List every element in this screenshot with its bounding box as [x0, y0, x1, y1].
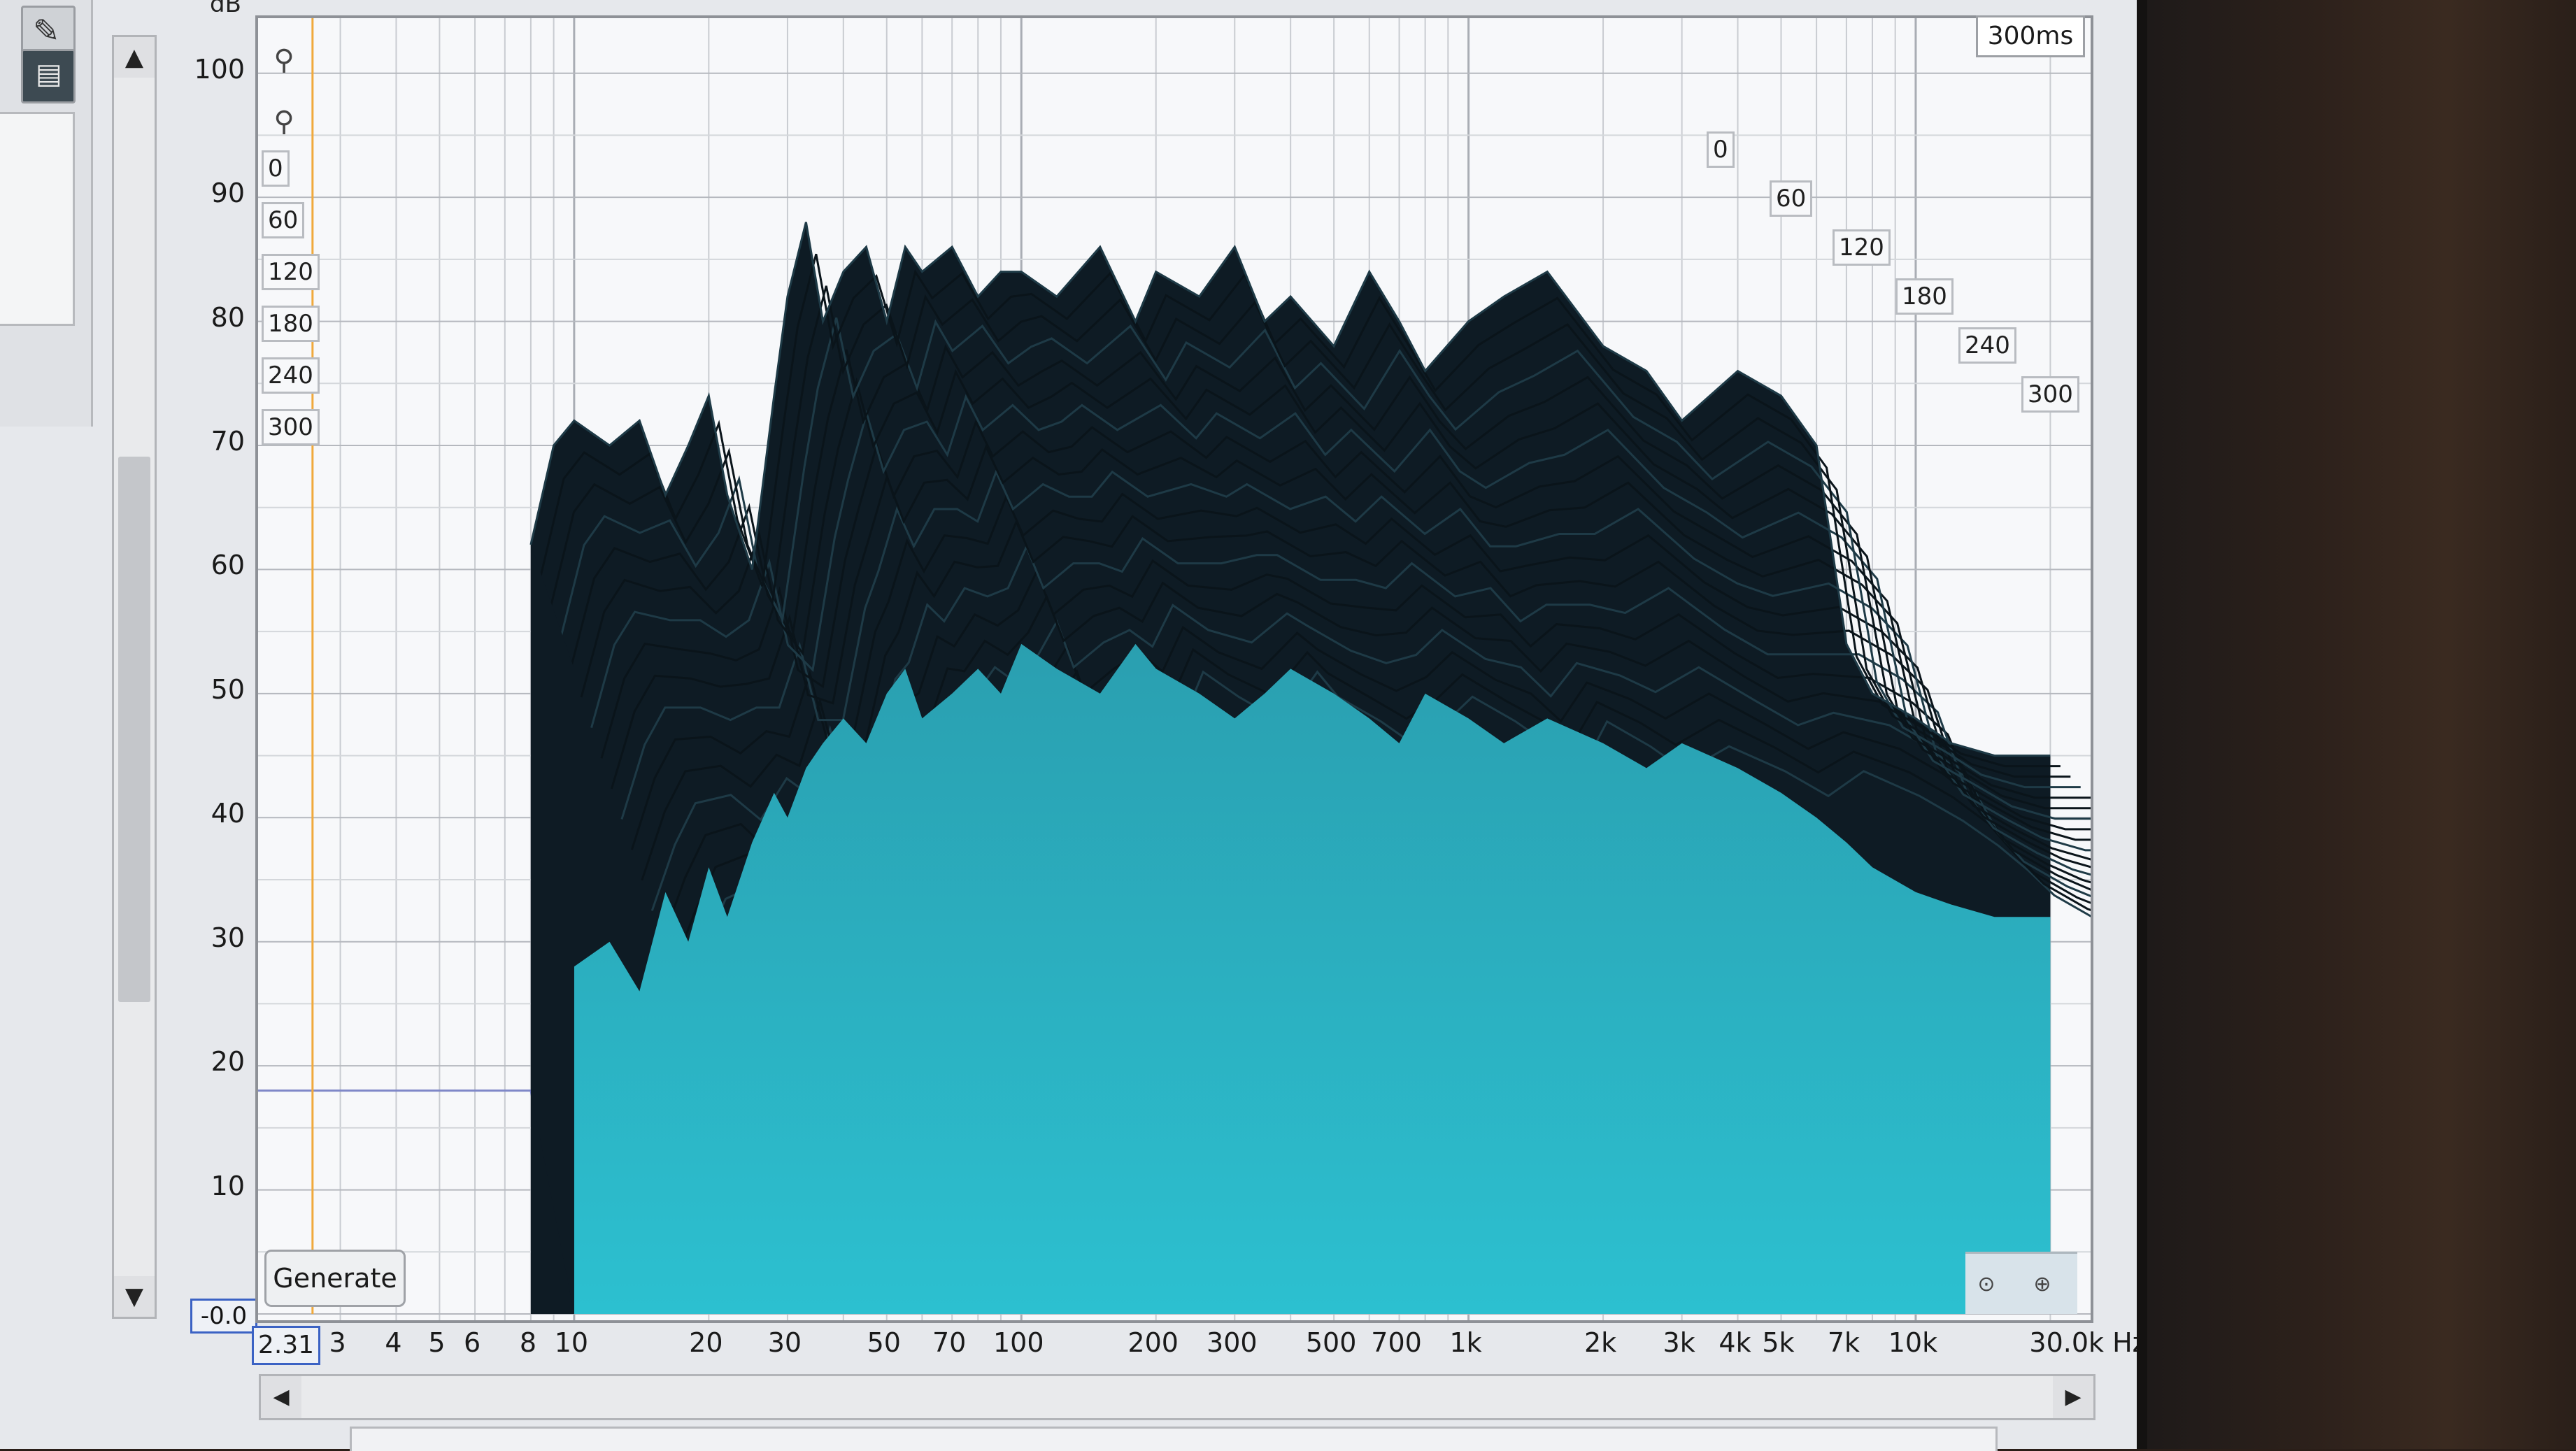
time-depth-label: 0 — [1707, 131, 1735, 168]
x-tick-label: 70 — [932, 1327, 967, 1358]
view-controls: ⊙ ⊕ — [1965, 1252, 2077, 1314]
x-tick-label: 6 — [463, 1327, 481, 1358]
time-depth-label: 60 — [1770, 180, 1813, 217]
time-depth-label: 240 — [1958, 327, 2016, 364]
screen-panel: ✎ ▤ ▲ ▼ dB 100 90 80 70 60 50 40 30 20 10 -0.0 30… — [0, 0, 2147, 1451]
x-tick-label: 300 — [1207, 1327, 1258, 1358]
y-axis-unit: dB — [210, 0, 241, 18]
zoom-in-icon[interactable]: ⚲ — [267, 43, 301, 77]
x-start-field[interactable]: 2.31 — [252, 1326, 320, 1365]
y-tick-label: 80 — [211, 301, 245, 333]
scroll-down-button[interactable]: ▼ — [114, 1276, 155, 1317]
y-tick-label: 70 — [211, 426, 245, 457]
time-range-badge[interactable]: 300ms — [1976, 15, 2085, 57]
generate-button[interactable]: Generate — [264, 1250, 406, 1307]
monitor-bezel — [2147, 0, 2576, 1449]
x-tick-label: 100 — [992, 1327, 1044, 1358]
reset-view-icon[interactable]: ⊕ — [2026, 1268, 2059, 1301]
time-slice-label: 240 — [262, 357, 320, 394]
time-slice-label: 60 — [262, 202, 305, 238]
y-tick-label: 100 — [194, 53, 245, 85]
rotate-view-icon[interactable]: ⊙ — [1970, 1268, 2003, 1301]
document-tool-button[interactable]: ▤ — [21, 49, 76, 103]
time-slice-label: 0 — [262, 150, 290, 187]
vertical-scrollbar[interactable]: ▲ ▼ — [112, 35, 157, 1319]
waterfall-svg — [258, 18, 2091, 1320]
x-tick-label: 8 — [519, 1327, 536, 1358]
y-tick-label: 90 — [211, 178, 245, 209]
y-tick-label: 50 — [211, 673, 245, 705]
x-tick-label: 30 — [767, 1327, 802, 1358]
x-tick-label: 10k — [1888, 1327, 1938, 1358]
y-tick-label: 20 — [211, 1046, 245, 1078]
time-depth-label: 180 — [1895, 278, 1954, 315]
x-tick-label: 1k — [1449, 1327, 1482, 1358]
y-tick-label: 10 — [211, 1170, 245, 1201]
x-tick-label: 500 — [1305, 1327, 1357, 1358]
x-tick-label: 4k — [1718, 1327, 1751, 1358]
x-tick-label: 5k — [1762, 1327, 1795, 1358]
pen-icon: ✎ — [33, 12, 60, 50]
y-tick-label: 30 — [211, 922, 245, 953]
x-tick-label: 700 — [1371, 1327, 1422, 1358]
zoom-out-icon[interactable]: ⚲ — [267, 105, 301, 138]
x-tick-label: 4 — [385, 1327, 402, 1358]
x-tick-label: 30.0k Hz — [2029, 1327, 2147, 1358]
document-icon: ▤ — [36, 58, 62, 90]
time-depth-label: 300 — [2021, 376, 2079, 413]
y-tick-label: 40 — [211, 798, 245, 829]
x-tick-label: 3k — [1663, 1327, 1695, 1358]
scroll-up-button[interactable]: ▲ — [114, 37, 155, 78]
x-tick-label: 20 — [689, 1327, 723, 1358]
vertical-scroll-thumb[interactable] — [118, 457, 150, 1002]
time-slice-label: 300 — [262, 409, 320, 445]
x-tick-label: 2k — [1584, 1327, 1617, 1358]
status-strip — [350, 1427, 1998, 1451]
x-tick-label: 50 — [867, 1327, 901, 1358]
tool-panel — [0, 112, 75, 326]
scroll-left-button[interactable]: ◀ — [261, 1376, 301, 1418]
horizontal-scrollbar[interactable]: ◀ ▶ — [259, 1374, 2095, 1420]
y-min-field[interactable]: -0.0 — [190, 1299, 257, 1334]
y-tick-label: 60 — [211, 550, 245, 581]
time-slice-label: 180 — [262, 306, 320, 342]
x-tick-label: 10 — [554, 1327, 589, 1358]
time-depth-label: 120 — [1833, 229, 1891, 266]
time-slice-label: 120 — [262, 254, 320, 290]
scroll-right-button[interactable]: ▶ — [2053, 1376, 2093, 1418]
waterfall-plot[interactable] — [255, 15, 2093, 1323]
x-tick-label: 5 — [428, 1327, 446, 1358]
x-tick-label: 7k — [1827, 1327, 1860, 1358]
x-tick-label: 3 — [329, 1327, 346, 1358]
x-tick-label: 200 — [1127, 1327, 1179, 1358]
